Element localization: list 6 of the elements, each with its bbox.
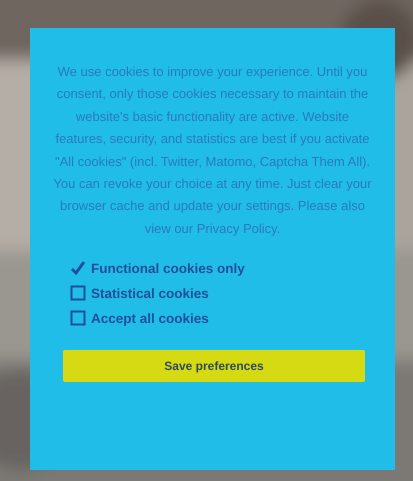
privacy-policy-link[interactable]: Privacy Policy. [196, 220, 280, 236]
cookie-option[interactable]: Statistical cookies [70, 285, 209, 302]
cookie-option[interactable]: Accept all cookies [70, 310, 209, 326]
cookie-option[interactable]: Functional cookies only [70, 260, 245, 276]
save-preferences-button[interactable]: Save preferences [63, 350, 365, 382]
consent-message: We use cookies to improve your experience. Until you consent, only those cookies necessary to maintain the website's basic functionality are active. Website features, security, and statistics are best if you activate "All cookies" (incl. Twitter, Matomo, Captcha Them All). You can revoke your choice at any time. Just clear your browser cache and update your settings. Please also view our Privacy Policy. [52, 63, 373, 238]
